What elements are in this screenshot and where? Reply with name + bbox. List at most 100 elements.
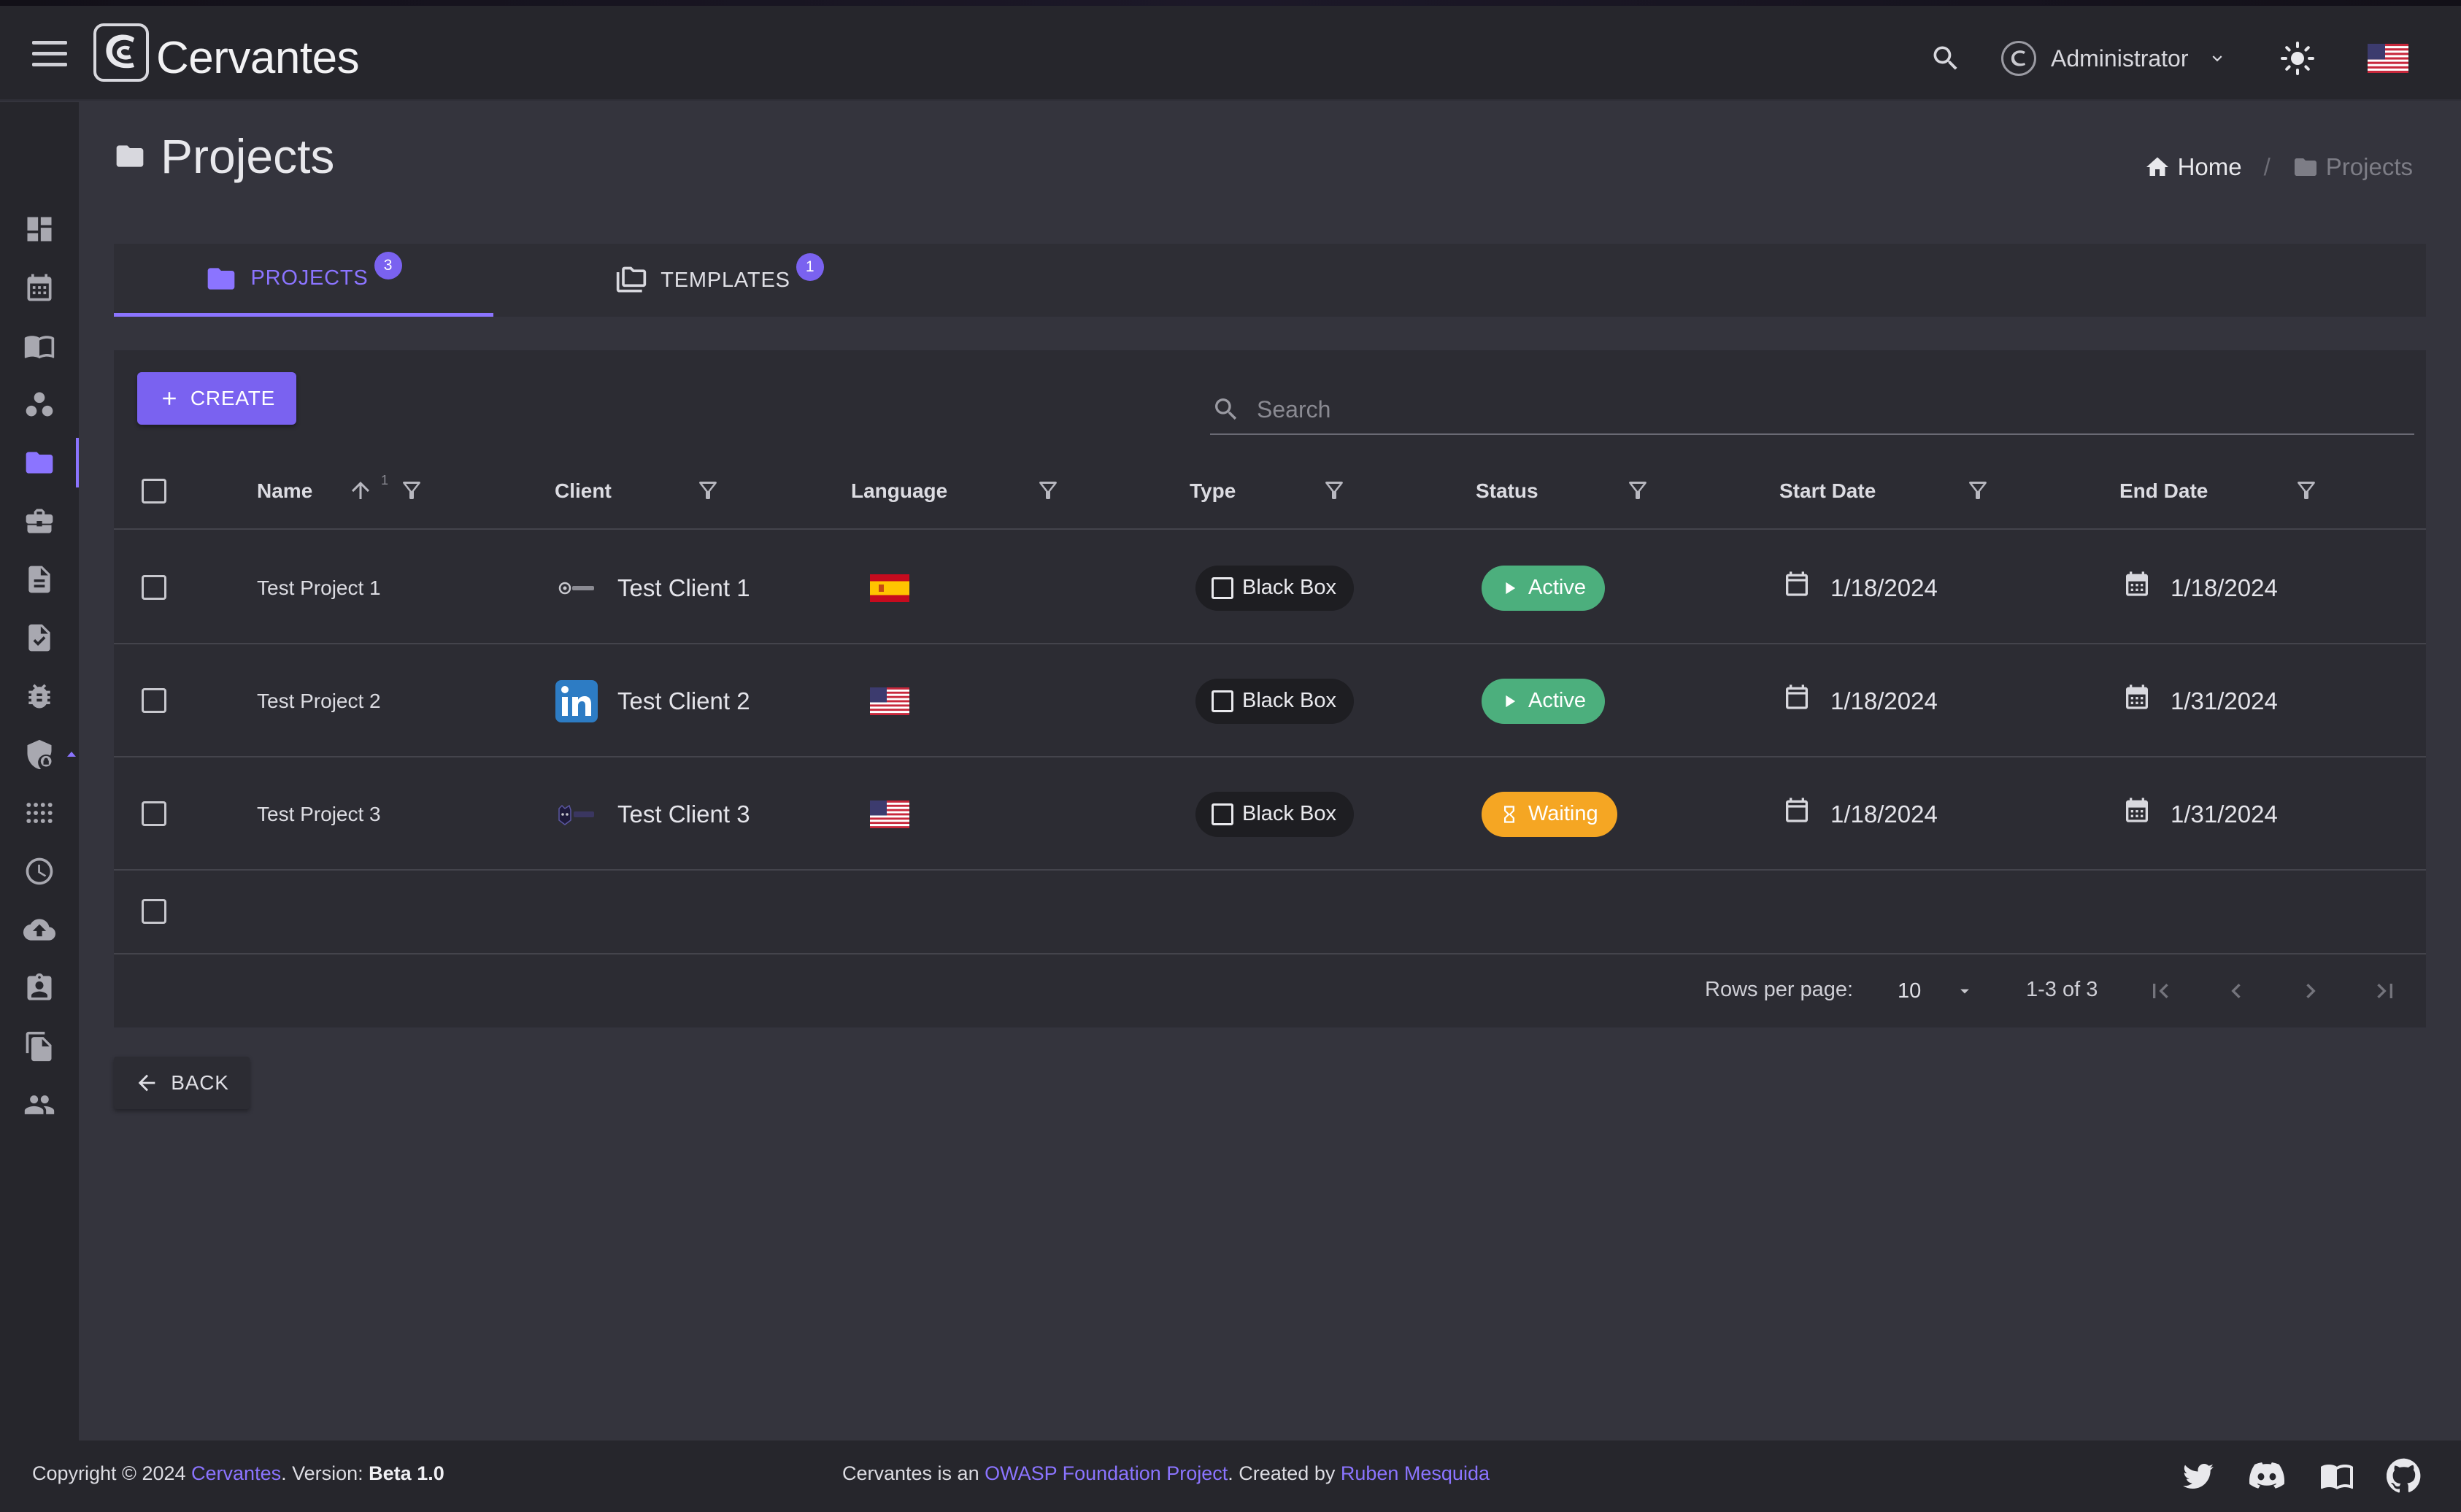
column-header-name[interactable]: Name — [257, 452, 312, 530]
sidebar-item-apps[interactable] — [0, 785, 79, 841]
hourglass-icon — [1504, 805, 1514, 823]
discord-icon[interactable] — [2249, 1458, 2285, 1493]
twitter-icon[interactable] — [2181, 1458, 2216, 1493]
column-header-language[interactable]: Language — [851, 452, 947, 530]
first-page-button[interactable] — [2141, 972, 2179, 1010]
tab-templates[interactable]: TEMPLATES 1 — [566, 244, 873, 317]
breadcrumb-separator: / — [2263, 153, 2271, 180]
cervantes-logo-icon[interactable] — [93, 23, 149, 82]
sidebar — [0, 102, 79, 1440]
row-checkbox[interactable] — [142, 899, 166, 924]
last-page-icon — [2377, 984, 2392, 998]
calendar-icon — [27, 274, 52, 301]
docs-book-icon[interactable] — [2319, 1458, 2354, 1493]
column-header-client[interactable]: Client — [555, 452, 612, 530]
sidebar-item-reports[interactable] — [0, 610, 79, 666]
user-menu[interactable]: Administrator — [2001, 38, 2227, 79]
tab-projects[interactable]: PROJECTS 3 — [114, 244, 493, 317]
contact-badge-icon — [27, 973, 52, 1000]
play-icon — [1506, 582, 1516, 594]
row-checkbox[interactable] — [142, 688, 166, 713]
column-header-end-date[interactable]: End Date — [2119, 452, 2208, 530]
row-checkbox[interactable] — [142, 575, 166, 600]
chevron-down-icon — [2212, 55, 2222, 62]
shield-lock-icon — [27, 739, 52, 770]
last-page-button[interactable] — [2366, 972, 2404, 1010]
sidebar-item-documents[interactable] — [0, 552, 79, 607]
sidebar-item-dashboard[interactable] — [0, 201, 79, 257]
breadcrumb-home[interactable]: Home — [2144, 153, 2242, 181]
table-row[interactable]: Test Project 1 Test Client 1 Black Box A… — [114, 531, 2426, 644]
table-row[interactable]: Test Project 3 Test Client 3 Black Box W… — [114, 757, 2426, 871]
sun-icon[interactable] — [2280, 41, 2315, 76]
owasp-prefix: Cervantes is an — [842, 1462, 985, 1484]
filter-icon[interactable] — [1321, 477, 1347, 504]
sidebar-item-contacts[interactable] — [0, 960, 79, 1016]
checkbox-blank-icon — [1212, 803, 1233, 825]
clock-icon — [26, 857, 53, 885]
search-icon[interactable] — [1930, 42, 1962, 74]
tab-projects-label: PROJECTS — [250, 266, 369, 290]
sidebar-item-projects[interactable] — [0, 435, 79, 490]
owasp-link[interactable]: OWASP Foundation Project — [985, 1462, 1228, 1484]
sidebar-item-users[interactable] — [0, 1077, 79, 1133]
end-date: 1/18/2024 — [2171, 574, 2278, 601]
book-icon — [24, 336, 55, 359]
status-chip: Waiting — [1482, 791, 1617, 837]
sort-order-index: 1 — [381, 473, 389, 487]
rows-per-page-select[interactable]: 10 — [1898, 972, 1978, 1010]
sidebar-item-workspaces[interactable] — [0, 377, 79, 432]
people-icon — [24, 1095, 55, 1114]
end-date: 1/31/2024 — [2171, 687, 2278, 714]
filter-icon[interactable] — [1625, 477, 1651, 504]
github-icon[interactable] — [2386, 1458, 2422, 1493]
document-check-icon — [28, 624, 50, 652]
sidebar-item-files[interactable] — [0, 1019, 79, 1074]
sidebar-item-vulns[interactable] — [0, 668, 79, 724]
project-name[interactable]: Test Project 3 — [257, 757, 381, 871]
sidebar-item-clients[interactable] — [0, 493, 79, 549]
linkedin-logo-icon — [555, 679, 598, 723]
plus-icon — [163, 392, 176, 405]
table-row[interactable]: Test Project 2 Test Client 2 Black Box A… — [114, 644, 2426, 757]
sort-ascending-icon[interactable] — [347, 477, 374, 504]
column-header-type[interactable]: Type — [1190, 452, 1236, 530]
language-cell — [870, 757, 909, 871]
us-flag-icon[interactable] — [2368, 44, 2408, 73]
cervantes-link[interactable]: Cervantes — [191, 1462, 281, 1484]
sidebar-item-knowledge[interactable] — [0, 318, 79, 374]
tabs-bar: PROJECTS 3 TEMPLATES 1 — [114, 244, 2426, 317]
page-title: Projects — [161, 129, 335, 183]
status-cell: Waiting — [1482, 757, 1617, 871]
filter-icon[interactable] — [1035, 477, 1061, 504]
snyk-logo-icon — [555, 792, 598, 836]
filter-icon[interactable] — [398, 477, 425, 504]
column-header-start-date[interactable]: Start Date — [1779, 452, 1876, 530]
type-chip-label: Black Box — [1242, 802, 1336, 825]
project-name[interactable]: Test Project 2 — [257, 644, 381, 757]
search-input[interactable] — [1257, 396, 2352, 423]
previous-page-button[interactable] — [2217, 972, 2255, 1010]
end-date-cell: 1/18/2024 — [2122, 531, 2278, 644]
filter-icon[interactable] — [695, 477, 721, 504]
back-button[interactable]: BACK — [114, 1057, 250, 1109]
sidebar-item-history[interactable] — [0, 844, 79, 899]
column-header-status[interactable]: Status — [1476, 452, 1538, 530]
app-brand[interactable]: Cervantes — [156, 32, 360, 84]
footer-credits: Cervantes is an OWASP Foundation Project… — [842, 1462, 1490, 1485]
sidebar-item-upload[interactable] — [0, 902, 79, 957]
breadcrumb-home-label: Home — [2177, 153, 2242, 180]
arrow-left-icon — [138, 1074, 155, 1092]
select-all-checkbox[interactable] — [142, 479, 166, 504]
menu-icon[interactable] — [32, 41, 67, 67]
sidebar-item-calendar[interactable] — [0, 260, 79, 315]
filter-icon[interactable] — [2293, 477, 2319, 504]
project-name[interactable]: Test Project 1 — [257, 531, 381, 644]
breadcrumb: Home / Projects — [2144, 153, 2413, 181]
create-button[interactable]: CREATE — [137, 372, 296, 425]
filter-icon[interactable] — [1965, 477, 1991, 504]
client-name: Test Client 3 — [617, 800, 750, 828]
next-page-button[interactable] — [2292, 972, 2330, 1010]
row-checkbox[interactable] — [142, 801, 166, 826]
author-link[interactable]: Ruben Mesquida — [1341, 1462, 1490, 1484]
